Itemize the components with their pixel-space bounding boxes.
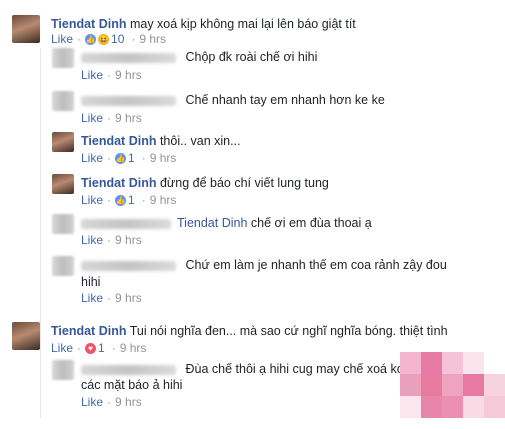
comment-author[interactable]: Tiendat Dinh xyxy=(81,176,156,190)
timestamp[interactable]: 9 hrs xyxy=(115,291,142,305)
timestamp[interactable]: 9 hrs xyxy=(115,68,142,82)
reaction-count[interactable]: 1 xyxy=(128,193,135,207)
like-button[interactable]: Like xyxy=(81,111,103,125)
comment-author[interactable]: Tiendat Dinh xyxy=(51,324,126,338)
comment-text-continued: các mặt báo ả hihi xyxy=(81,378,183,392)
comment-text: Chứ em làm je nhanh thế em coa rảnh zậy … xyxy=(185,258,447,272)
avatar[interactable] xyxy=(52,256,74,276)
comment-author[interactable]: Tiendat Dinh xyxy=(51,17,126,31)
redacted-name xyxy=(81,260,176,271)
avatar[interactable] xyxy=(52,214,74,234)
reaction-count[interactable]: 1 xyxy=(98,341,105,355)
comment-text: chế ơi em đùa thoai ạ xyxy=(250,216,372,230)
timestamp[interactable]: 9 hrs xyxy=(115,233,142,247)
timestamp[interactable]: 9 hrs xyxy=(150,193,177,207)
redacted-name xyxy=(81,218,171,229)
like-reaction-icon: 👍 xyxy=(115,153,127,165)
comment-author[interactable]: Tiendat Dinh xyxy=(81,134,156,148)
avatar[interactable] xyxy=(52,360,74,380)
avatar[interactable] xyxy=(52,91,74,111)
privacy-mosaic xyxy=(400,352,505,418)
like-button[interactable]: Like xyxy=(51,341,73,355)
redacted-name xyxy=(81,52,176,63)
like-button[interactable]: Like xyxy=(81,193,103,207)
like-button[interactable]: Like xyxy=(51,32,73,46)
redacted-name xyxy=(81,95,176,106)
reaction-count[interactable]: 1 xyxy=(128,151,135,165)
timestamp[interactable]: 9 hrs xyxy=(115,111,142,125)
like-reaction-icon: 👍 xyxy=(115,195,127,207)
timestamp[interactable]: 9 hrs xyxy=(120,341,147,355)
like-button[interactable]: Like xyxy=(81,291,103,305)
redacted-name xyxy=(81,364,176,375)
like-reaction-icon: 👍 xyxy=(85,34,97,46)
like-button[interactable]: Like xyxy=(81,68,103,82)
like-button[interactable]: Like xyxy=(81,233,103,247)
avatar[interactable] xyxy=(52,48,74,68)
comment-text: Chế nhanh tay em nhanh hơn ke ke xyxy=(185,93,385,107)
comment-text: đừng để báo chí viết lung tung xyxy=(159,176,329,190)
mention-link[interactable]: Tiendat Dinh xyxy=(177,216,247,230)
timestamp[interactable]: 9 hrs xyxy=(115,395,142,409)
avatar[interactable] xyxy=(12,322,40,350)
timestamp[interactable]: 9 hrs xyxy=(150,151,177,165)
like-button[interactable]: Like xyxy=(81,395,103,409)
comment-text-continued: hihi xyxy=(81,275,101,289)
reply-thread-line xyxy=(40,48,41,418)
comment-text: may xoá kịp không mai lại lên báo giật t… xyxy=(129,17,356,31)
avatar[interactable] xyxy=(12,15,40,43)
comment-text: Chộp đk roài chế ơi hihi xyxy=(185,50,318,64)
love-reaction-icon: ♥ xyxy=(85,343,97,355)
timestamp[interactable]: 9 hrs xyxy=(139,32,166,46)
avatar[interactable] xyxy=(52,132,74,152)
avatar[interactable] xyxy=(52,174,74,194)
haha-reaction-icon: 😆 xyxy=(98,34,110,46)
comment-text: thôi.. van xin... xyxy=(159,134,241,148)
like-button[interactable]: Like xyxy=(81,151,103,165)
comment-text: Tui nói nghĩa đen... mà sao cứ nghĩ nghĩ… xyxy=(129,324,448,338)
reaction-count[interactable]: 10 xyxy=(111,32,124,46)
comment-text: Đùa chế thôi ạ hihi cug may chế xoá ko n xyxy=(185,362,415,376)
